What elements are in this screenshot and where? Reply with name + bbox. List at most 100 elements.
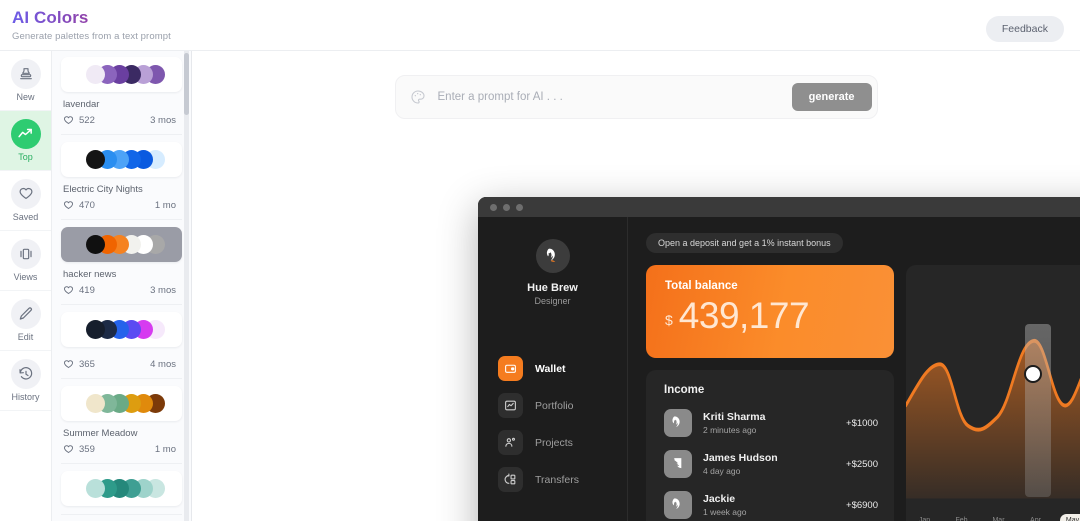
color-swatch[interactable] — [85, 394, 105, 413]
palette-like-count: 365 — [79, 359, 95, 370]
mock-user-name: Hue Brew — [527, 282, 578, 294]
palette-like-count: 470 — [79, 200, 95, 211]
palette-swatch-box[interactable] — [61, 312, 182, 347]
x-tick-label-selected[interactable]: May — [1059, 514, 1080, 521]
balance-currency: $ — [665, 312, 673, 328]
color-swatch[interactable] — [85, 479, 105, 498]
table-row[interactable]: Jackie 1 week ago +$6900 — [664, 491, 878, 519]
income-row-text: Jackie 1 week ago — [692, 493, 846, 517]
mock-nav-item-portfolio[interactable]: Portfolio — [492, 393, 613, 418]
list-item[interactable]: 365 4 mos — [61, 312, 182, 379]
top-header: AI Colors Generate palettes from a text … — [0, 0, 1080, 50]
feedback-button[interactable]: Feedback — [985, 16, 1064, 42]
palette-swatch-box[interactable] — [61, 227, 182, 262]
table-row[interactable]: Kriti Sharma 2 minutes ago +$1000 — [664, 409, 878, 437]
palette-list-scroll-thumb[interactable] — [184, 53, 189, 115]
sidebar-item-new[interactable]: New — [0, 51, 51, 111]
avatar — [664, 491, 692, 519]
palette-meta: 419 3 mos — [61, 285, 182, 296]
mock-user-role: Designer — [534, 296, 571, 306]
balance-label: Total balance — [665, 280, 738, 292]
palette-list[interactable]: lavendar 522 3 mos Electric City Nights — [52, 51, 192, 521]
trending-up-icon — [10, 119, 41, 149]
chart-canvas — [906, 339, 1080, 499]
sidebar-item-label: Edit — [17, 332, 34, 342]
palette-likes: 419 — [63, 285, 95, 296]
sidebar-item-edit[interactable]: Edit — [0, 291, 51, 351]
palette-age: 3 mos — [150, 115, 176, 126]
palette-swatch-box[interactable] — [61, 142, 182, 177]
area-chart[interactable]: Jan Feb Mar Apr May Jun Jul — [906, 265, 1080, 521]
balance-value: $ 439,177 — [665, 297, 894, 335]
income-amount: +$1000 — [846, 417, 878, 429]
swatch-row — [85, 394, 165, 413]
x-tick-label: Feb — [955, 517, 968, 521]
color-swatch[interactable] — [85, 65, 105, 84]
sidebar-item-saved[interactable]: Saved — [0, 171, 51, 231]
prompt-input[interactable] — [425, 91, 792, 103]
total-balance-card: Total balance $ 439,177 — [646, 265, 894, 358]
heart-icon — [64, 445, 73, 454]
mock-nav-item-transfers[interactable]: Transfers — [492, 467, 613, 492]
list-item[interactable]: Summer Meadow 359 1 mo — [61, 386, 182, 464]
palette-meta: 365 4 mos — [61, 359, 182, 370]
app-root: AI Colors Generate palettes from a text … — [0, 0, 1080, 521]
mock-body: Hue Brew Designer Wallet Portfolio Proje… — [478, 217, 1080, 521]
palette-like-count: 522 — [79, 115, 95, 126]
mock-right-column: Jan Feb Mar Apr May Jun Jul — [906, 265, 1080, 521]
palette-likes: 470 — [63, 200, 95, 211]
heart-icon — [64, 360, 73, 369]
avatar — [664, 409, 692, 437]
stamp-icon — [10, 59, 41, 89]
palette-swatch-box[interactable] — [61, 471, 182, 506]
list-item[interactable]: lavendar 522 3 mos — [61, 57, 182, 135]
palette-swatch-box[interactable] — [61, 386, 182, 421]
color-swatch[interactable] — [85, 150, 105, 169]
palette-likes: 365 — [63, 359, 95, 370]
palette-swatch-box[interactable] — [61, 57, 182, 92]
palette-age: 4 mos — [150, 359, 176, 370]
page-subtitle: Generate palettes from a text prompt — [12, 31, 171, 42]
palette-like-count: 419 — [79, 285, 95, 296]
history-icon — [10, 359, 41, 389]
swatch-row — [85, 320, 165, 339]
sidebar-item-label: Saved — [12, 212, 39, 222]
window-minimize-icon[interactable] — [503, 203, 510, 211]
heart-icon — [64, 201, 73, 210]
table-row[interactable]: James Hudson 4 day ago +$2500 — [664, 450, 878, 478]
sidebar-item-history[interactable]: History — [0, 351, 51, 411]
sidebar-item-label: Views — [13, 272, 38, 282]
wallet-icon — [498, 356, 523, 381]
color-swatch[interactable] — [85, 235, 105, 254]
income-person-name: Jackie — [703, 493, 736, 505]
list-item[interactable]: Electric City Nights 470 1 mo — [61, 142, 182, 220]
mock-main: Open a deposit and get a 1% instant bonu… — [628, 217, 1080, 521]
x-tick-label: Apr — [1030, 517, 1041, 521]
income-timestamp: 1 week ago — [703, 507, 747, 517]
mock-nav-item-wallet[interactable]: Wallet — [492, 356, 613, 381]
sidebar-item-views[interactable]: Views — [0, 231, 51, 291]
palette-meta: 470 1 mo — [61, 200, 182, 211]
palette-age: 3 mos — [150, 285, 176, 296]
window-maximize-icon[interactable] — [516, 203, 523, 211]
income-row-text: James Hudson 4 day ago — [692, 452, 846, 476]
window-close-icon[interactable] — [490, 203, 497, 211]
chart-icon — [498, 393, 523, 418]
prompt-bar[interactable]: generate — [394, 75, 878, 119]
mock-nav-label: Transfers — [535, 473, 579, 486]
list-item[interactable] — [61, 471, 182, 515]
promo-banner[interactable]: Open a deposit and get a 1% instant bonu… — [646, 233, 843, 253]
dashboard-mockup: Hue Brew Designer Wallet Portfolio Proje… — [478, 197, 1080, 521]
heart-icon — [64, 286, 73, 295]
generate-button[interactable]: generate — [791, 83, 872, 111]
palette-list-scrollbar[interactable] — [184, 51, 189, 521]
mock-nav-item-projects[interactable]: Projects — [492, 430, 613, 455]
income-amount: +$2500 — [846, 458, 878, 470]
mock-nav-label: Portfolio — [535, 399, 574, 412]
sidebar-item-top[interactable]: Top — [0, 111, 51, 171]
sidebar-item-label: New — [16, 92, 35, 102]
list-item[interactable]: hacker news 419 3 mos — [61, 227, 182, 305]
pencil-icon — [10, 299, 41, 329]
color-swatch[interactable] — [85, 320, 105, 339]
mock-window-titlebar — [478, 197, 1080, 217]
